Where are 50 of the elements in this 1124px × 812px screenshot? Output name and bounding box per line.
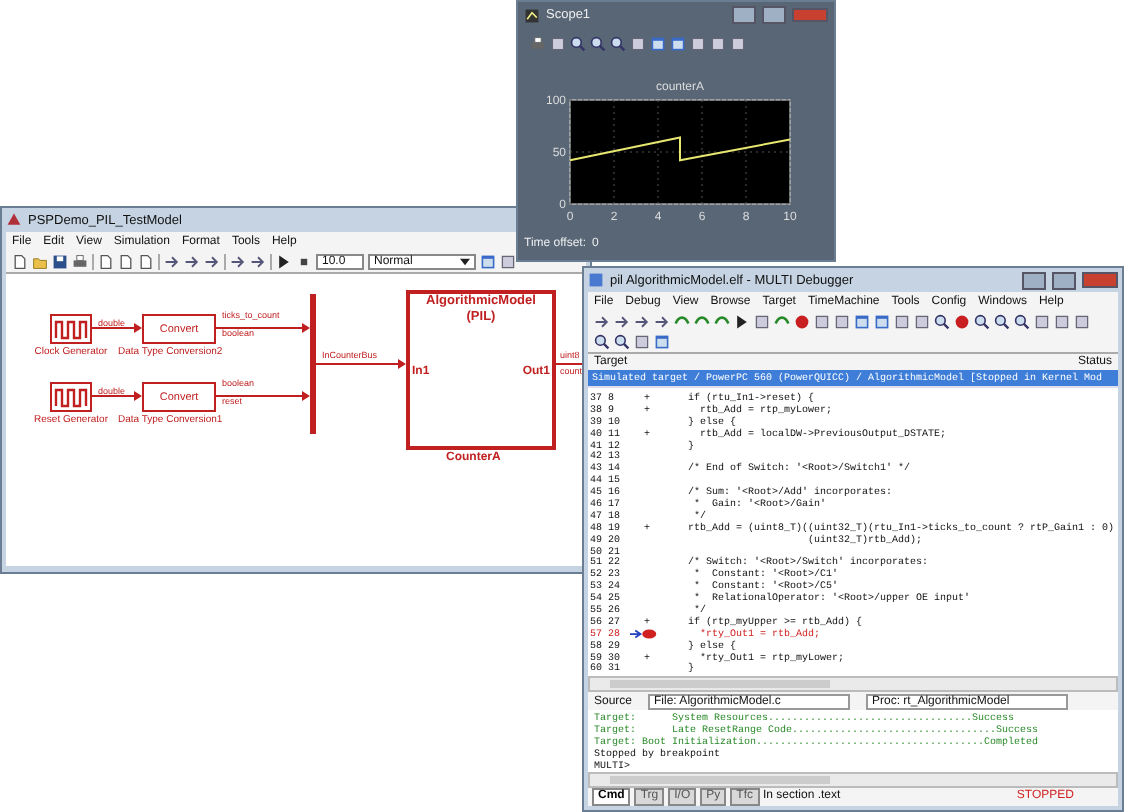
stop-sign-icon[interactable] bbox=[954, 314, 970, 330]
arrow-icon[interactable] bbox=[164, 254, 180, 270]
app-icon bbox=[6, 212, 22, 228]
printer-icon[interactable] bbox=[530, 35, 546, 51]
arrow-icon[interactable] bbox=[230, 254, 246, 270]
search-icon[interactable] bbox=[610, 35, 626, 51]
app-icon bbox=[524, 7, 540, 23]
tool-icon[interactable] bbox=[630, 35, 646, 51]
search-icon[interactable] bbox=[1014, 314, 1030, 330]
signal-line bbox=[215, 391, 310, 401]
arrow-icon[interactable] bbox=[594, 314, 610, 330]
pulse-generator-block[interactable] bbox=[50, 382, 92, 412]
printer-icon[interactable] bbox=[72, 254, 88, 270]
stop-icon[interactable] bbox=[296, 254, 312, 270]
search-icon[interactable] bbox=[934, 314, 950, 330]
current-line-arrow-icon bbox=[630, 627, 658, 640]
arrow-icon[interactable] bbox=[204, 254, 220, 270]
arrow-icon[interactable] bbox=[184, 254, 200, 270]
search-icon[interactable] bbox=[974, 314, 990, 330]
search-icon[interactable] bbox=[594, 334, 610, 350]
arrow-icon[interactable] bbox=[634, 314, 650, 330]
caret-icon bbox=[460, 258, 470, 266]
minimize-button[interactable] bbox=[1022, 271, 1046, 289]
stop-sign-icon[interactable] bbox=[794, 314, 810, 330]
horizontal-scrollbar[interactable] bbox=[588, 772, 1118, 788]
search-icon[interactable] bbox=[570, 35, 586, 51]
app-icon bbox=[588, 272, 604, 288]
search-icon[interactable] bbox=[590, 35, 606, 51]
tool-icon[interactable] bbox=[550, 35, 566, 51]
tool-icon[interactable] bbox=[754, 314, 770, 330]
maximize-button[interactable] bbox=[1052, 271, 1076, 289]
arrow-icon[interactable] bbox=[654, 314, 670, 330]
arrow-icon[interactable] bbox=[614, 314, 630, 330]
search-icon[interactable] bbox=[614, 334, 630, 350]
signal-line bbox=[315, 359, 406, 369]
minimize-button[interactable] bbox=[732, 6, 756, 24]
signal-line bbox=[215, 323, 310, 333]
signal-line bbox=[91, 323, 142, 333]
maximize-button[interactable] bbox=[762, 6, 786, 24]
save-icon[interactable] bbox=[52, 254, 68, 270]
horizontal-scrollbar[interactable] bbox=[588, 676, 1118, 693]
signal-line bbox=[91, 391, 142, 401]
search-icon[interactable] bbox=[994, 314, 1010, 330]
window-icon[interactable] bbox=[654, 334, 670, 350]
pulse-generator-block[interactable] bbox=[50, 314, 92, 344]
tool-icon[interactable] bbox=[634, 334, 650, 350]
step-icon[interactable] bbox=[774, 314, 790, 330]
tool-icon[interactable] bbox=[500, 254, 516, 270]
arrow-icon[interactable] bbox=[250, 254, 266, 270]
window-icon[interactable] bbox=[480, 254, 496, 270]
